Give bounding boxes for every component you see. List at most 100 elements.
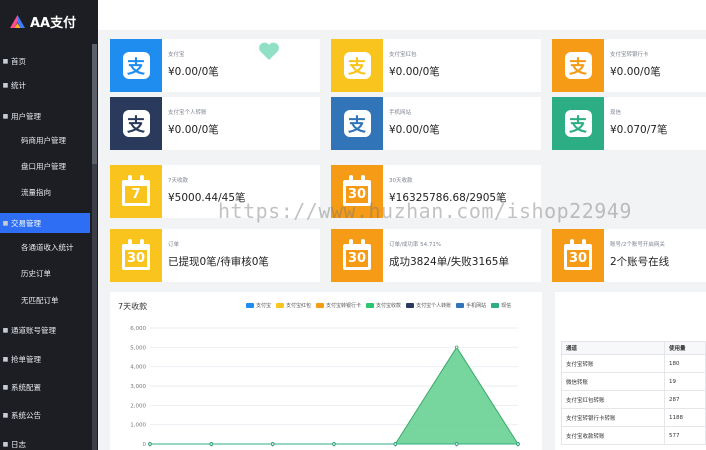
- table-cell: 180: [664, 354, 706, 373]
- stat-card-label: 30天收款: [389, 178, 413, 184]
- sidebar-item[interactable]: 各通道收入统计: [0, 237, 90, 257]
- sidebar-item[interactable]: 盘口用户管理: [0, 156, 90, 176]
- table-cell: 287: [664, 390, 706, 409]
- legend-swatch: [491, 303, 500, 308]
- calendar-ring: [128, 238, 132, 246]
- stat-card[interactable]: 支 支付宝转银行卡 ¥0.00/0笔: [552, 39, 706, 92]
- chart-legend: 支付宝 支付宝红包 支付宝转银行卡 支付宝收款 支付宝个人转账 手机网站 现信: [246, 302, 511, 309]
- heart-icon[interactable]: [258, 42, 280, 60]
- sidebar-item[interactable]: 码商用户管理: [0, 130, 90, 150]
- data-point[interactable]: [332, 442, 336, 446]
- stat-card[interactable]: 30 订单/成功率 54.71% 成功3824单/失败3165单: [331, 229, 541, 282]
- legend-item[interactable]: 支付宝红包: [276, 302, 311, 309]
- stat-card[interactable]: 支 支付宝 ¥0.00/0笔: [110, 39, 320, 92]
- stat-card-value: ¥0.00/0笔: [168, 124, 219, 136]
- revenue-chart: 0 1,000 2,000 3,000 4,000 5,000 6,000: [130, 326, 520, 448]
- legend-item[interactable]: 支付宝个人转账: [406, 302, 451, 309]
- sidebar-item[interactable]: ■ 抢单管理: [0, 349, 90, 369]
- alipay-glyph: 支: [343, 52, 371, 79]
- sidebar-item[interactable]: ■ 首页: [0, 51, 90, 71]
- sidebar-item[interactable]: ■ 日志: [0, 434, 90, 450]
- sidebar-item[interactable]: ■ 用户管理: [0, 106, 90, 126]
- sidebar-item-label: 通道账号管理: [11, 325, 56, 335]
- legend-item[interactable]: 现信: [491, 302, 511, 309]
- legend-item[interactable]: 支付宝: [246, 302, 271, 309]
- calendar-ring: [140, 238, 144, 246]
- stat-card-body: 手机网站 ¥0.00/0笔: [383, 97, 541, 150]
- calendar-number: 7: [125, 185, 147, 203]
- table-row: 支付宝红包转账 287: [561, 390, 706, 409]
- stat-card[interactable]: 30 订单 已提现0笔/待审核0笔: [110, 229, 320, 282]
- stat-card-value: ¥0.00/0笔: [389, 124, 440, 136]
- alipay-icon: 支: [331, 39, 383, 92]
- stat-card-body: 支付宝个人转账 ¥0.00/0笔: [162, 97, 320, 150]
- sidebar-item[interactable]: ■ 通道账号管理: [0, 320, 90, 340]
- sidebar-item[interactable]: 无匹配订单: [0, 290, 90, 310]
- sidebar-scrollbar-thumb[interactable]: [92, 44, 97, 164]
- stat-card[interactable]: 30 账号/2个账号开启网关 2个账号在线: [552, 229, 706, 282]
- data-point[interactable]: [270, 442, 275, 446]
- data-point[interactable]: [454, 442, 459, 446]
- data-point[interactable]: [393, 442, 398, 446]
- table-row: 支付宝收款转账 577: [561, 426, 706, 445]
- table-cell: 1188: [664, 408, 706, 427]
- alipay-icon: 支: [552, 39, 604, 92]
- legend-item[interactable]: 支付宝收款: [366, 302, 401, 309]
- legend-item[interactable]: 手机网站: [456, 302, 486, 309]
- stat-card[interactable]: 支 支付宝红包 ¥0.00/0笔: [331, 39, 541, 92]
- legend-swatch: [316, 303, 325, 308]
- sidebar-item-label: 用户管理: [11, 111, 41, 121]
- y-tick-label: 0: [143, 442, 147, 448]
- calendar-glyph: 30: [564, 238, 592, 270]
- legend-item[interactable]: 支付宝转银行卡: [316, 302, 361, 309]
- sidebar-item-label: 流量指向: [21, 187, 51, 197]
- legend-label: 支付宝: [256, 303, 272, 309]
- stat-card[interactable]: 支 手机网站 ¥0.00/0笔: [331, 97, 541, 150]
- data-point[interactable]: [454, 345, 459, 350]
- data-point[interactable]: [148, 442, 152, 446]
- stat-card[interactable]: 支 现信 ¥0.070/7笔: [552, 97, 706, 150]
- alipay-icon: 支: [552, 97, 604, 150]
- sidebar-item-label: 统计: [11, 80, 26, 90]
- stat-card-value: 2个账号在线: [610, 256, 670, 268]
- sidebar-item[interactable]: 历史订单: [0, 263, 90, 283]
- table-header-row: 通道 使用量: [561, 341, 706, 355]
- stat-card-label: 订单: [168, 242, 180, 248]
- data-point[interactable]: [516, 442, 520, 446]
- legend-label: 现信: [501, 303, 512, 309]
- stat-card[interactable]: 支 支付宝个人转账 ¥0.00/0笔: [110, 97, 320, 150]
- legend-swatch: [246, 303, 254, 308]
- data-point[interactable]: [209, 442, 214, 446]
- sidebar-item[interactable]: 流量指向: [0, 182, 90, 202]
- sidebar-item[interactable]: ■ 交易管理: [0, 213, 90, 233]
- app-title: AA支付: [30, 15, 77, 31]
- series-area[interactable]: [150, 347, 518, 444]
- table-row: 支付宝转账 180: [561, 354, 706, 373]
- nav-bullet-icon: ■: [2, 112, 9, 120]
- stat-card-body: 订单 已提现0笔/待审核0笔: [162, 229, 320, 282]
- y-tick-label: 5,000: [130, 345, 146, 351]
- calendar-icon: 30: [331, 229, 383, 282]
- nav-bullet-icon: ■: [2, 57, 9, 65]
- table-cell: 支付宝收款转账: [561, 426, 665, 445]
- sidebar-item[interactable]: ■ 统计: [0, 75, 90, 95]
- legend-label: 支付宝转银行卡: [326, 303, 362, 309]
- sidebar-item-label: 交易管理: [11, 218, 41, 228]
- calendar-ring: [140, 174, 144, 182]
- sidebar-scrollbar[interactable]: [92, 44, 97, 450]
- table-cell: 支付宝红包转账: [561, 390, 665, 409]
- brand[interactable]: AA支付: [0, 0, 98, 42]
- calendar-glyph: 7: [122, 174, 150, 206]
- stat-card-label: 7天收款: [168, 178, 188, 184]
- legend-swatch: [406, 303, 415, 308]
- stat-card-label: 支付宝个人转账: [168, 110, 207, 116]
- stat-card-value: ¥0.070/7笔: [610, 124, 668, 136]
- nav-bullet-icon: ■: [2, 355, 9, 363]
- stat-card-body: 支付宝红包 ¥0.00/0笔: [383, 39, 541, 92]
- calendar-ring: [128, 174, 132, 182]
- alipay-icon: 支: [110, 97, 162, 150]
- logo-icon: [10, 14, 25, 28]
- sidebar-item[interactable]: ■ 系统公告: [0, 405, 90, 425]
- sidebar-item[interactable]: ■ 系统配置: [0, 377, 90, 397]
- stat-card-label: 订单/成功率 54.71%: [389, 242, 442, 248]
